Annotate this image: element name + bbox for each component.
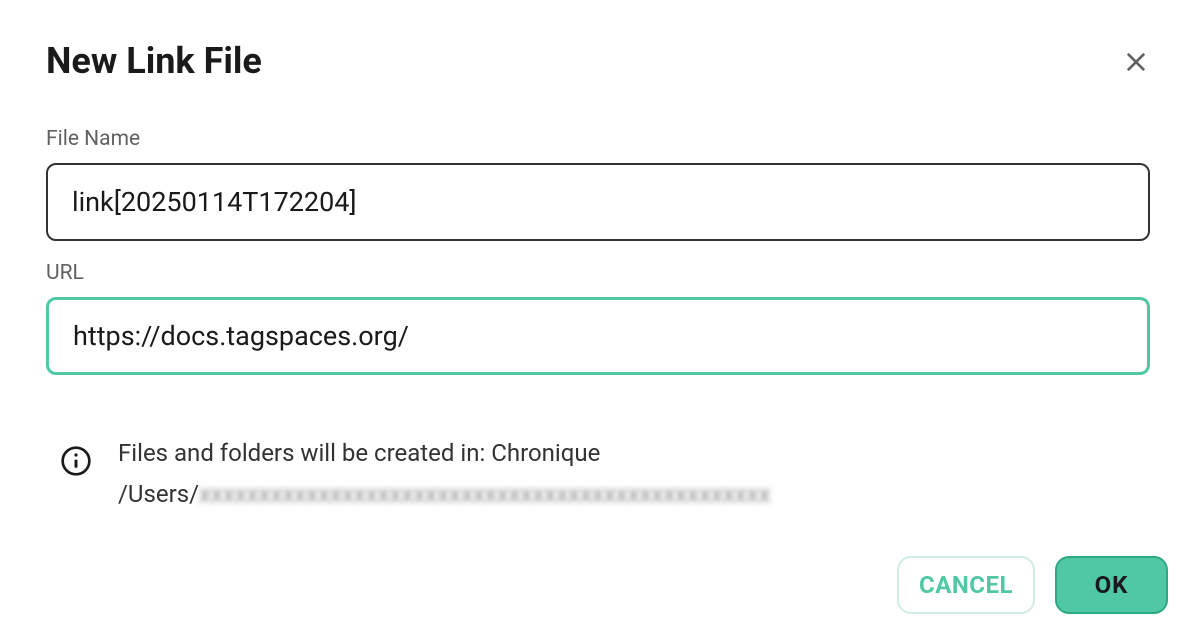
ok-button[interactable]: OK	[1055, 556, 1168, 614]
info-text: Files and folders will be created in: Ch…	[118, 433, 771, 515]
filename-field-group: File Name	[46, 127, 1156, 241]
close-icon[interactable]	[1122, 48, 1150, 80]
dialog-title: New Link File	[46, 40, 262, 82]
url-label: URL	[46, 261, 1156, 285]
dialog-header: New Link File	[46, 40, 1156, 82]
info-line2: /Users/xxxxxxxxxxxxxxxxxxxxxxxxxxxxxxxxx…	[118, 474, 771, 515]
new-link-file-dialog: New Link File File Name URL Files and fo…	[0, 0, 1196, 638]
filename-label: File Name	[46, 127, 1156, 151]
info-path-blurred: xxxxxxxxxxxxxxxxxxxxxxxxxxxxxxxxxxxxxxxx…	[199, 480, 771, 508]
info-line1: Files and folders will be created in: Ch…	[118, 433, 771, 474]
filename-input[interactable]	[46, 163, 1150, 241]
info-path-prefix: /Users/	[118, 480, 199, 508]
cancel-button[interactable]: CANCEL	[897, 556, 1035, 614]
url-field-group: URL	[46, 261, 1156, 375]
button-row: CANCEL OK	[897, 556, 1168, 614]
url-input[interactable]	[46, 297, 1150, 375]
info-icon	[60, 445, 92, 481]
info-row: Files and folders will be created in: Ch…	[60, 433, 1156, 515]
